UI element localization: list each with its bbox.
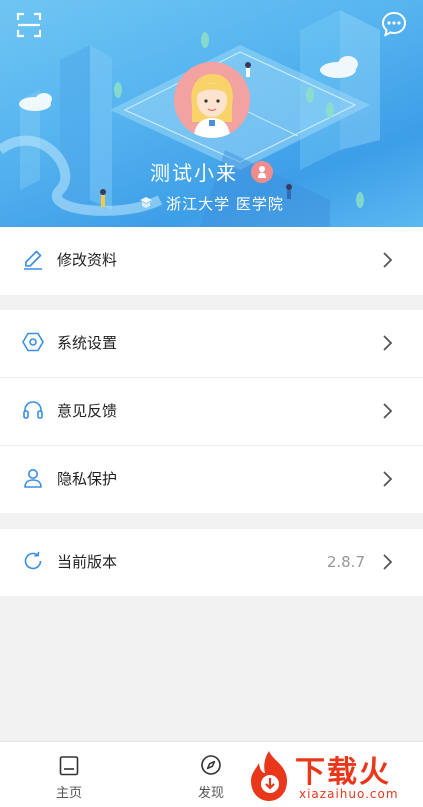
menu-item-settings[interactable]: 系统设置 bbox=[0, 310, 423, 377]
flame-icon bbox=[251, 751, 287, 801]
school-name: 浙江大学 医学院 bbox=[166, 195, 284, 213]
female-icon bbox=[251, 160, 274, 183]
refresh-icon bbox=[24, 551, 42, 570]
menu-item-feedback[interactable]: 意见反馈 bbox=[0, 378, 423, 445]
user-icon bbox=[24, 469, 42, 488]
school-icon bbox=[140, 197, 153, 208]
tab-label-home: 主页 bbox=[55, 786, 82, 801]
name-row: 测试小来 bbox=[0, 157, 423, 186]
school-row: 浙江大学 医学院 bbox=[0, 193, 423, 214]
edit-icon bbox=[24, 250, 42, 270]
chevron-right-icon bbox=[383, 471, 393, 487]
watermark-text: 下载火 bbox=[295, 755, 391, 790]
home-icon bbox=[59, 756, 79, 776]
menu-label-version: 当前版本 bbox=[57, 553, 118, 571]
chevron-right-icon bbox=[383, 252, 393, 268]
chevron-right-icon bbox=[383, 403, 393, 419]
menu-item-version[interactable]: 当前版本 2.8.7 bbox=[0, 529, 423, 596]
chevron-right-icon bbox=[383, 554, 393, 570]
chevron-right-icon bbox=[383, 335, 393, 351]
settings-icon bbox=[22, 332, 44, 352]
tab-discover[interactable]: 发现 bbox=[171, 742, 251, 807]
watermark-logo: 下载火 xiazaihuo.com bbox=[243, 745, 423, 807]
headset-icon bbox=[23, 401, 43, 419]
tab-label-discover: 发现 bbox=[197, 786, 224, 801]
compass-icon bbox=[201, 755, 221, 775]
profile-header: 测试小来 浙江大学 医学院 bbox=[0, 0, 423, 227]
menu-item-privacy[interactable]: 隐私保护 bbox=[0, 446, 423, 513]
menu-label-feedback: 意见反馈 bbox=[57, 402, 118, 420]
user-name: 测试小来 bbox=[149, 161, 238, 185]
avatar-girl-illustration bbox=[174, 62, 250, 138]
menu-label-settings: 系统设置 bbox=[57, 334, 118, 352]
version-value: 2.8.7 bbox=[326, 553, 365, 571]
watermark-url: xiazaihuo.com bbox=[299, 787, 399, 801]
tab-home[interactable]: 主页 bbox=[29, 742, 109, 807]
message-icon[interactable] bbox=[381, 11, 407, 37]
menu-item-edit-profile[interactable]: 修改资料 bbox=[0, 227, 423, 295]
scan-icon[interactable] bbox=[16, 12, 42, 38]
avatar[interactable] bbox=[174, 62, 250, 138]
menu-label-edit-profile: 修改资料 bbox=[57, 251, 118, 269]
menu-label-privacy: 隐私保护 bbox=[57, 470, 118, 488]
